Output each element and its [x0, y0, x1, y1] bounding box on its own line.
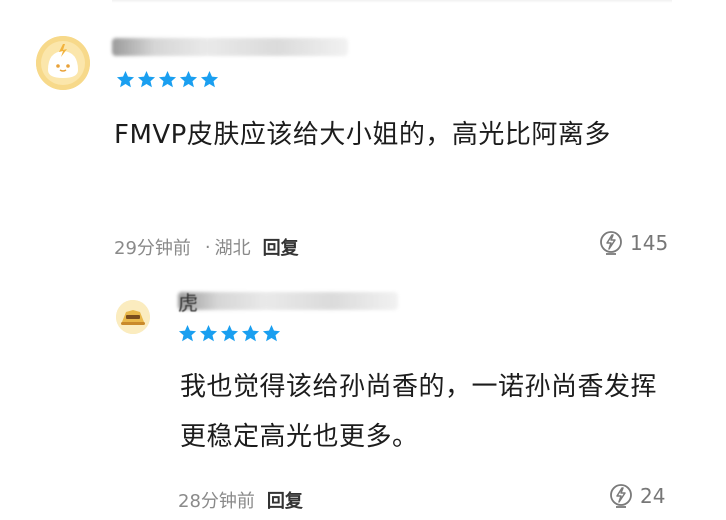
lightning-thumb-icon [600, 231, 622, 255]
star-icon [179, 70, 198, 88]
star-icon [200, 70, 219, 88]
reply-like-count: 24 [640, 484, 666, 508]
comment-meta: 29分钟前 · 湖北 回复 [114, 234, 299, 260]
reply-meta: 28分钟前 回复 [178, 487, 303, 513]
reply-button[interactable]: 回复 [267, 487, 303, 513]
star-icon [199, 324, 218, 342]
reply-like-button[interactable]: 24 [608, 483, 665, 509]
star-icon [116, 70, 135, 88]
avatar-hat-icon [116, 300, 150, 334]
reply-avatar[interactable] [116, 300, 150, 334]
star-icon [262, 324, 281, 342]
reply-username-blurred[interactable] [178, 292, 398, 310]
star-icon [220, 324, 239, 342]
top-divider [112, 0, 672, 3]
reply-username-visible-char: 虎 [178, 291, 198, 315]
like-button[interactable]: 145 [598, 230, 668, 256]
reply-button[interactable]: 回复 [263, 234, 299, 260]
reply-rating-stars [178, 324, 281, 343]
avatar-mascot-icon [36, 36, 90, 90]
star-icon [241, 324, 260, 342]
lightning-thumb-icon [610, 484, 632, 508]
star-icon [158, 70, 177, 88]
comment-location: 湖北 [214, 238, 251, 259]
star-icon [137, 70, 156, 88]
like-count: 145 [630, 231, 669, 255]
star-icon [178, 324, 197, 342]
username-blurred[interactable] [112, 38, 348, 56]
comment-time: 29分钟前 [114, 238, 191, 259]
reply-text[interactable]: 我也觉得该给孙尚香的，一诺孙尚香发挥更稳定高光也更多。 [180, 362, 680, 462]
comment-text[interactable]: FMVP皮肤应该给大小姐的，高光比阿离多 [114, 110, 684, 160]
rating-stars [116, 70, 219, 89]
reply-time: 28分钟前 [178, 491, 255, 512]
avatar[interactable] [36, 36, 90, 90]
meta-separator: · [204, 236, 211, 258]
